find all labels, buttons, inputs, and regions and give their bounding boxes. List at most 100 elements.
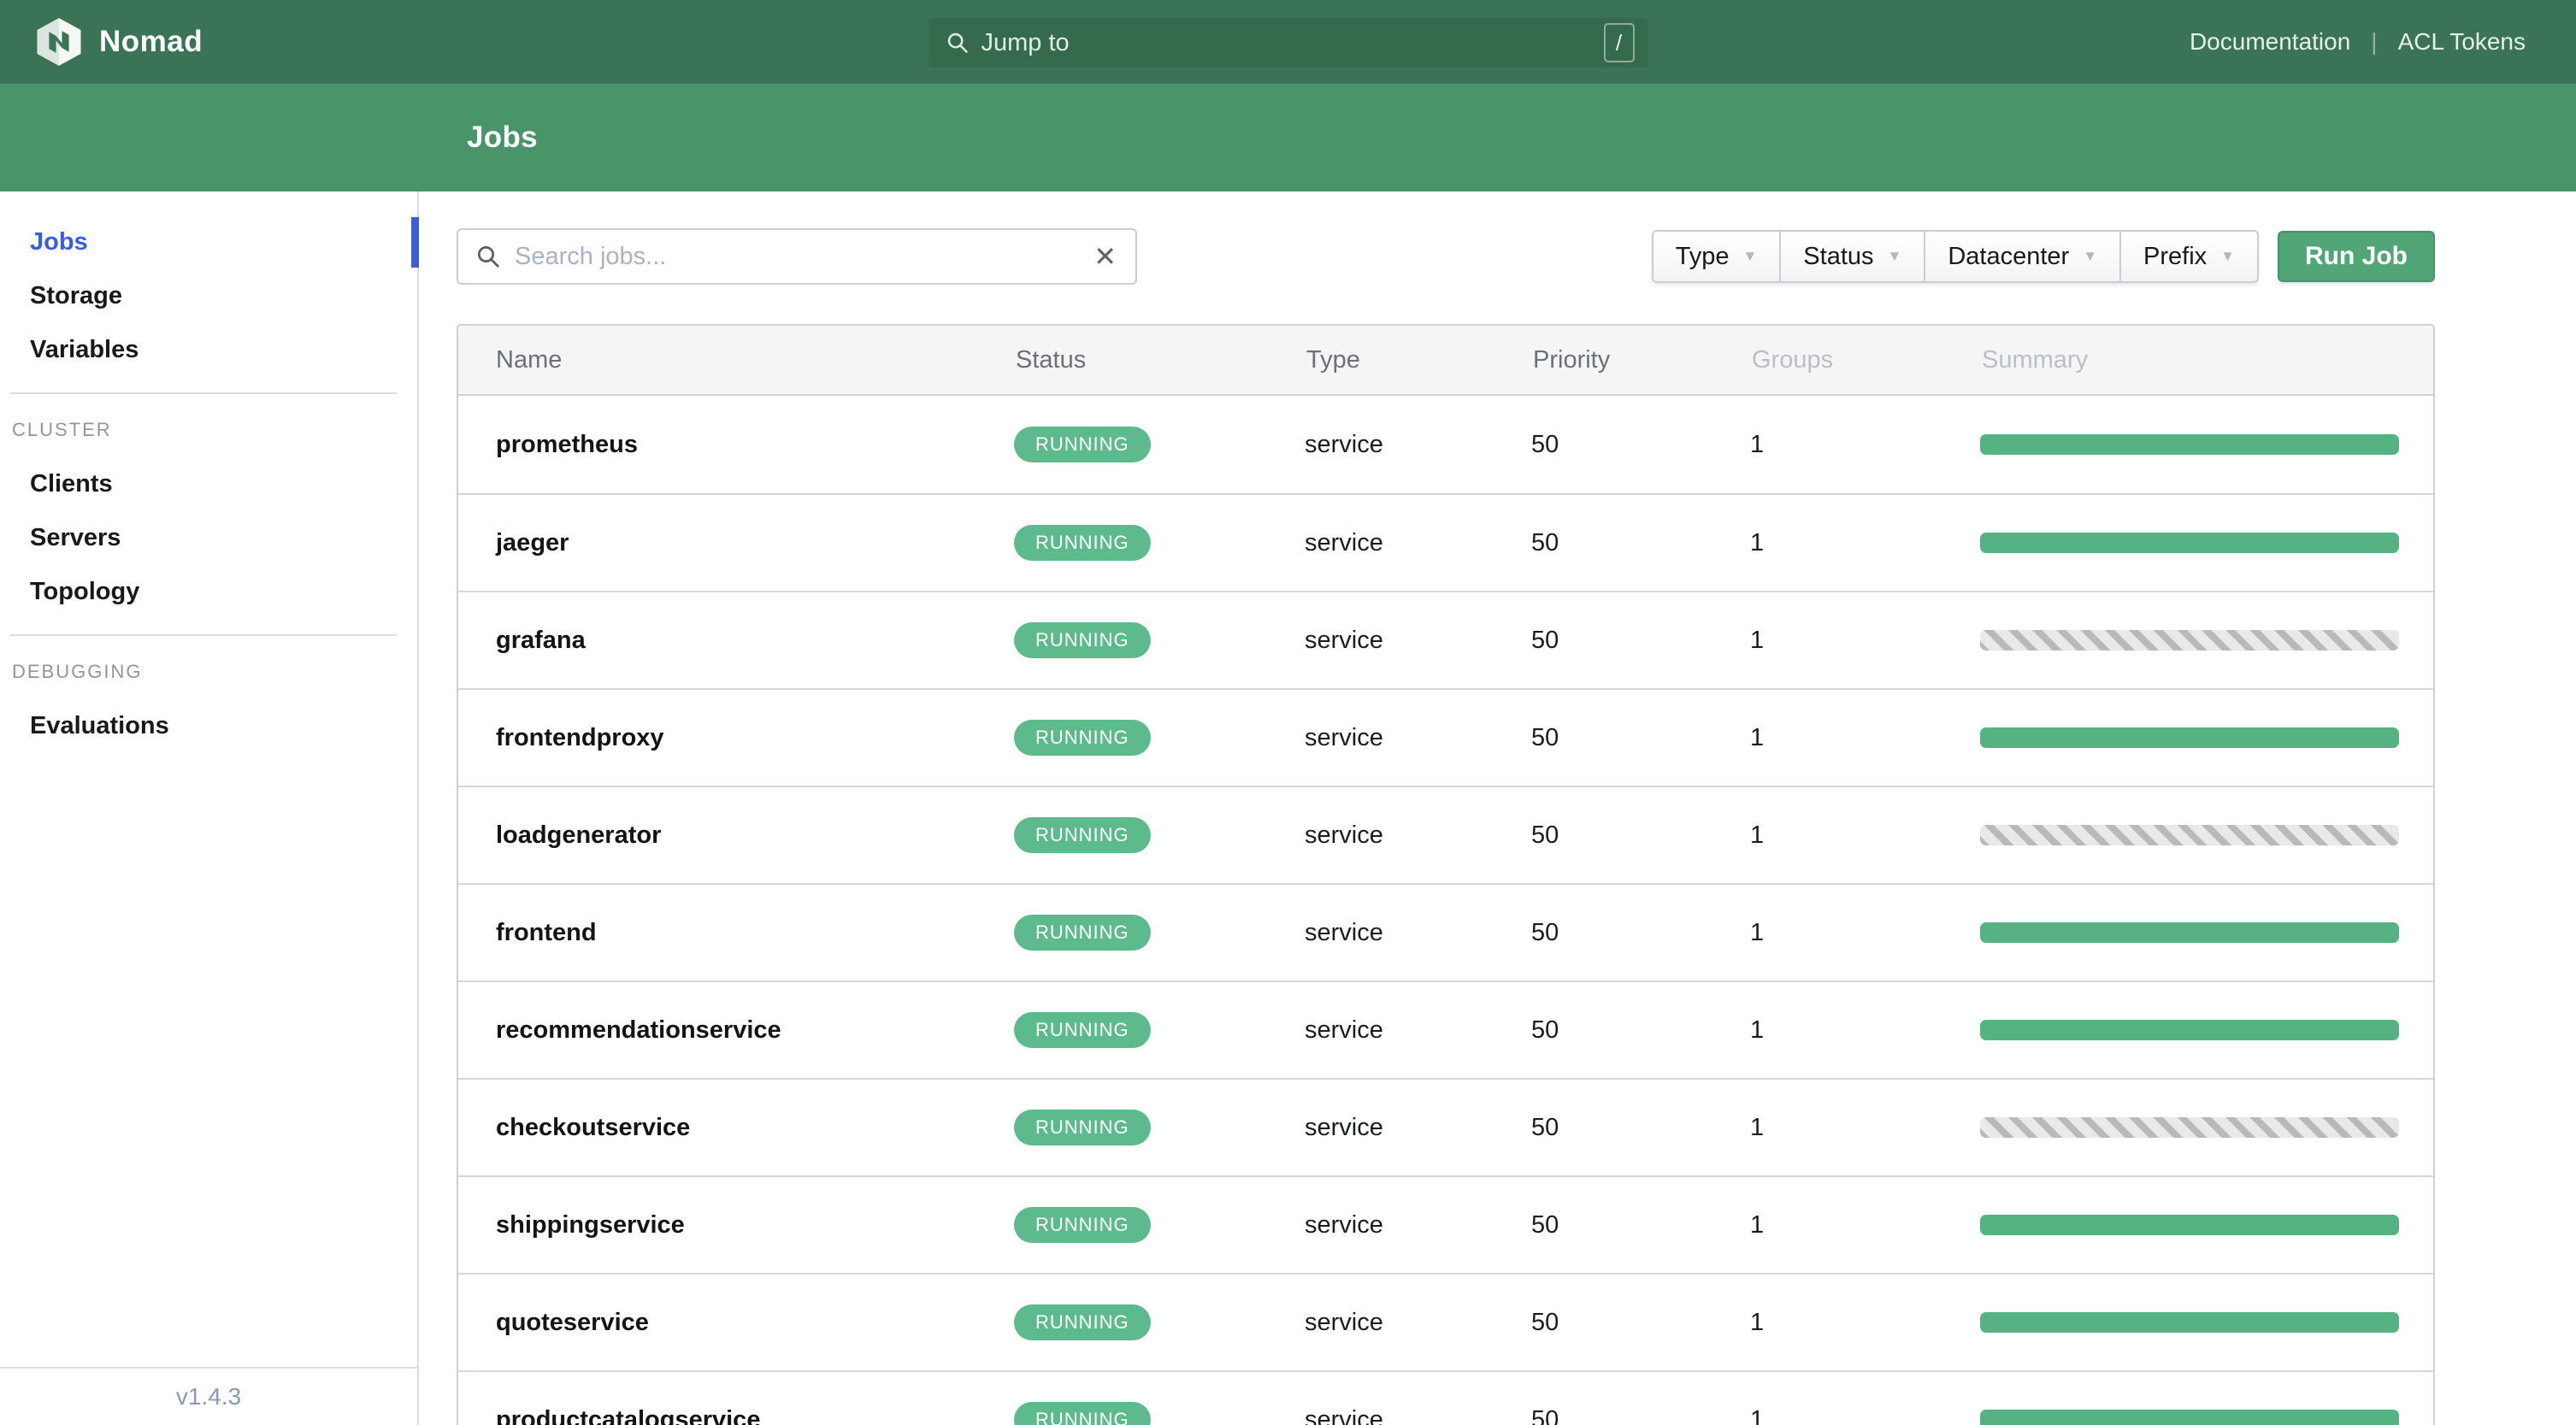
column-header-name[interactable]: Name — [458, 346, 1014, 374]
status-badge: RUNNING — [1014, 427, 1151, 462]
filter-label: Prefix — [2143, 242, 2208, 270]
sidebar-item-evaluations[interactable]: Evaluations — [0, 699, 417, 753]
job-priority: 50 — [1531, 528, 1559, 556]
summary-bar[interactable] — [1980, 1020, 2399, 1040]
sidebar-item-label: Jobs — [30, 228, 88, 256]
status-badge: RUNNING — [1014, 817, 1151, 853]
column-header-summary: Summary — [1982, 345, 2089, 374]
job-name[interactable]: grafana — [458, 627, 1014, 655]
page-header-band: Jobs — [0, 84, 2576, 191]
filter-datacenter-dropdown[interactable]: Datacenter ▼ — [1924, 232, 2119, 281]
job-name[interactable]: productcatalogservice — [458, 1406, 1014, 1425]
job-name[interactable]: frontend — [458, 919, 1014, 947]
job-summary-cell — [1980, 1020, 2433, 1040]
job-row[interactable]: quoteservice RUNNING service 50 1 — [458, 1273, 2433, 1370]
jump-to-search[interactable]: / — [928, 18, 1648, 68]
summary-bar[interactable] — [1980, 1312, 2399, 1333]
job-row[interactable]: recommendationservice RUNNING service 50… — [458, 980, 2433, 1078]
summary-bar[interactable] — [1980, 727, 2399, 748]
job-priority: 50 — [1531, 1113, 1559, 1141]
search-jobs-input[interactable] — [515, 242, 1094, 271]
jobs-table: Name Status Type Priority Groups Summary… — [457, 324, 2435, 1425]
job-name[interactable]: loadgenerator — [458, 821, 1014, 850]
column-header-priority[interactable]: Priority — [1531, 346, 1750, 374]
summary-bar[interactable] — [1980, 1117, 2399, 1138]
filter-prefix-dropdown[interactable]: Prefix ▼ — [2119, 232, 2257, 281]
job-name[interactable]: quoteservice — [458, 1309, 1014, 1337]
job-name[interactable]: shippingservice — [458, 1211, 1014, 1240]
summary-bar[interactable] — [1980, 533, 2399, 553]
clear-search-icon[interactable]: ✕ — [1093, 243, 1117, 270]
search-icon — [478, 246, 499, 268]
job-row[interactable]: shippingservice RUNNING service 50 1 — [458, 1175, 2433, 1273]
summary-bar[interactable] — [1980, 825, 2399, 845]
column-header-type[interactable]: Type — [1305, 346, 1531, 374]
summary-bar[interactable] — [1980, 1215, 2399, 1235]
job-row[interactable]: jaeger RUNNING service 50 1 — [458, 493, 2433, 591]
job-summary-cell — [1980, 1215, 2433, 1235]
sidebar: Jobs Storage Variables CLUSTER Clients S… — [0, 191, 419, 1425]
status-badge: RUNNING — [1014, 1110, 1151, 1145]
job-row[interactable]: frontendproxy RUNNING service 50 1 — [458, 688, 2433, 786]
summary-bar[interactable] — [1980, 630, 2399, 651]
job-row[interactable]: prometheus RUNNING service 50 1 — [458, 396, 2433, 493]
nomad-brand[interactable]: Nomad — [34, 17, 203, 67]
job-status-cell: RUNNING — [1014, 915, 1305, 951]
job-groups: 1 — [1750, 821, 1765, 849]
run-job-button[interactable]: Run Job — [2278, 231, 2435, 282]
job-row[interactable]: checkoutservice RUNNING service 50 1 — [458, 1078, 2433, 1175]
summary-bar[interactable] — [1980, 1410, 2399, 1425]
job-summary-cell — [1980, 630, 2433, 651]
job-name[interactable]: checkoutservice — [458, 1114, 1014, 1142]
column-header-status[interactable]: Status — [1014, 346, 1305, 374]
job-type: service — [1305, 528, 1383, 556]
status-badge: RUNNING — [1014, 1012, 1151, 1048]
column-header-groups: Groups — [1752, 345, 1834, 374]
status-badge: RUNNING — [1014, 525, 1151, 561]
sidebar-item-label: Servers — [30, 524, 121, 551]
sidebar-item-servers[interactable]: Servers — [0, 511, 417, 565]
filter-status-dropdown[interactable]: Status ▼ — [1779, 232, 1924, 281]
job-groups: 1 — [1750, 1210, 1765, 1239]
job-status-cell: RUNNING — [1014, 1402, 1305, 1425]
job-type: service — [1305, 430, 1383, 458]
documentation-link[interactable]: Documentation — [2190, 28, 2350, 56]
sidebar-item-variables[interactable]: Variables — [0, 323, 417, 377]
acl-tokens-link[interactable]: ACL Tokens — [2398, 28, 2526, 56]
job-row[interactable]: grafana RUNNING service 50 1 — [458, 591, 2433, 688]
job-row[interactable]: frontend RUNNING service 50 1 — [458, 883, 2433, 980]
status-badge: RUNNING — [1014, 1402, 1151, 1425]
jump-to-input[interactable] — [981, 28, 1604, 57]
status-badge: RUNNING — [1014, 915, 1151, 951]
filter-label: Type — [1675, 242, 1730, 270]
job-summary-cell — [1980, 533, 2433, 553]
job-priority: 50 — [1531, 1405, 1559, 1425]
summary-bar[interactable] — [1980, 922, 2399, 943]
job-row[interactable]: loadgenerator RUNNING service 50 1 — [458, 786, 2433, 883]
sidebar-item-storage[interactable]: Storage — [0, 269, 417, 323]
chevron-down-icon: ▼ — [1887, 248, 1902, 264]
job-summary-cell — [1980, 434, 2433, 455]
job-name[interactable]: prometheus — [458, 431, 1014, 459]
status-badge: RUNNING — [1014, 622, 1151, 658]
job-status-cell: RUNNING — [1014, 1207, 1305, 1243]
chevron-down-icon: ▼ — [2220, 248, 2235, 264]
filter-label: Status — [1803, 242, 1874, 270]
sidebar-item-topology[interactable]: Topology — [0, 565, 417, 619]
job-name[interactable]: recommendationservice — [458, 1016, 1014, 1045]
sidebar-item-label: Storage — [30, 282, 122, 309]
navbar-links: Documentation | ACL Tokens — [2190, 28, 2526, 56]
search-jobs-box[interactable]: ✕ — [457, 228, 1137, 285]
sidebar-item-label: Variables — [30, 336, 139, 363]
job-groups: 1 — [1750, 528, 1765, 556]
sidebar-item-jobs[interactable]: Jobs — [0, 215, 419, 269]
filter-type-dropdown[interactable]: Type ▼ — [1653, 232, 1780, 281]
job-name[interactable]: jaeger — [458, 529, 1014, 557]
job-row[interactable]: productcatalogservice RUNNING service 50… — [458, 1370, 2433, 1425]
summary-bar[interactable] — [1980, 434, 2399, 455]
job-groups: 1 — [1750, 723, 1765, 751]
job-summary-cell — [1980, 1312, 2433, 1333]
sidebar-item-clients[interactable]: Clients — [0, 457, 417, 511]
job-name[interactable]: frontendproxy — [458, 724, 1014, 752]
job-summary-cell — [1980, 1117, 2433, 1138]
